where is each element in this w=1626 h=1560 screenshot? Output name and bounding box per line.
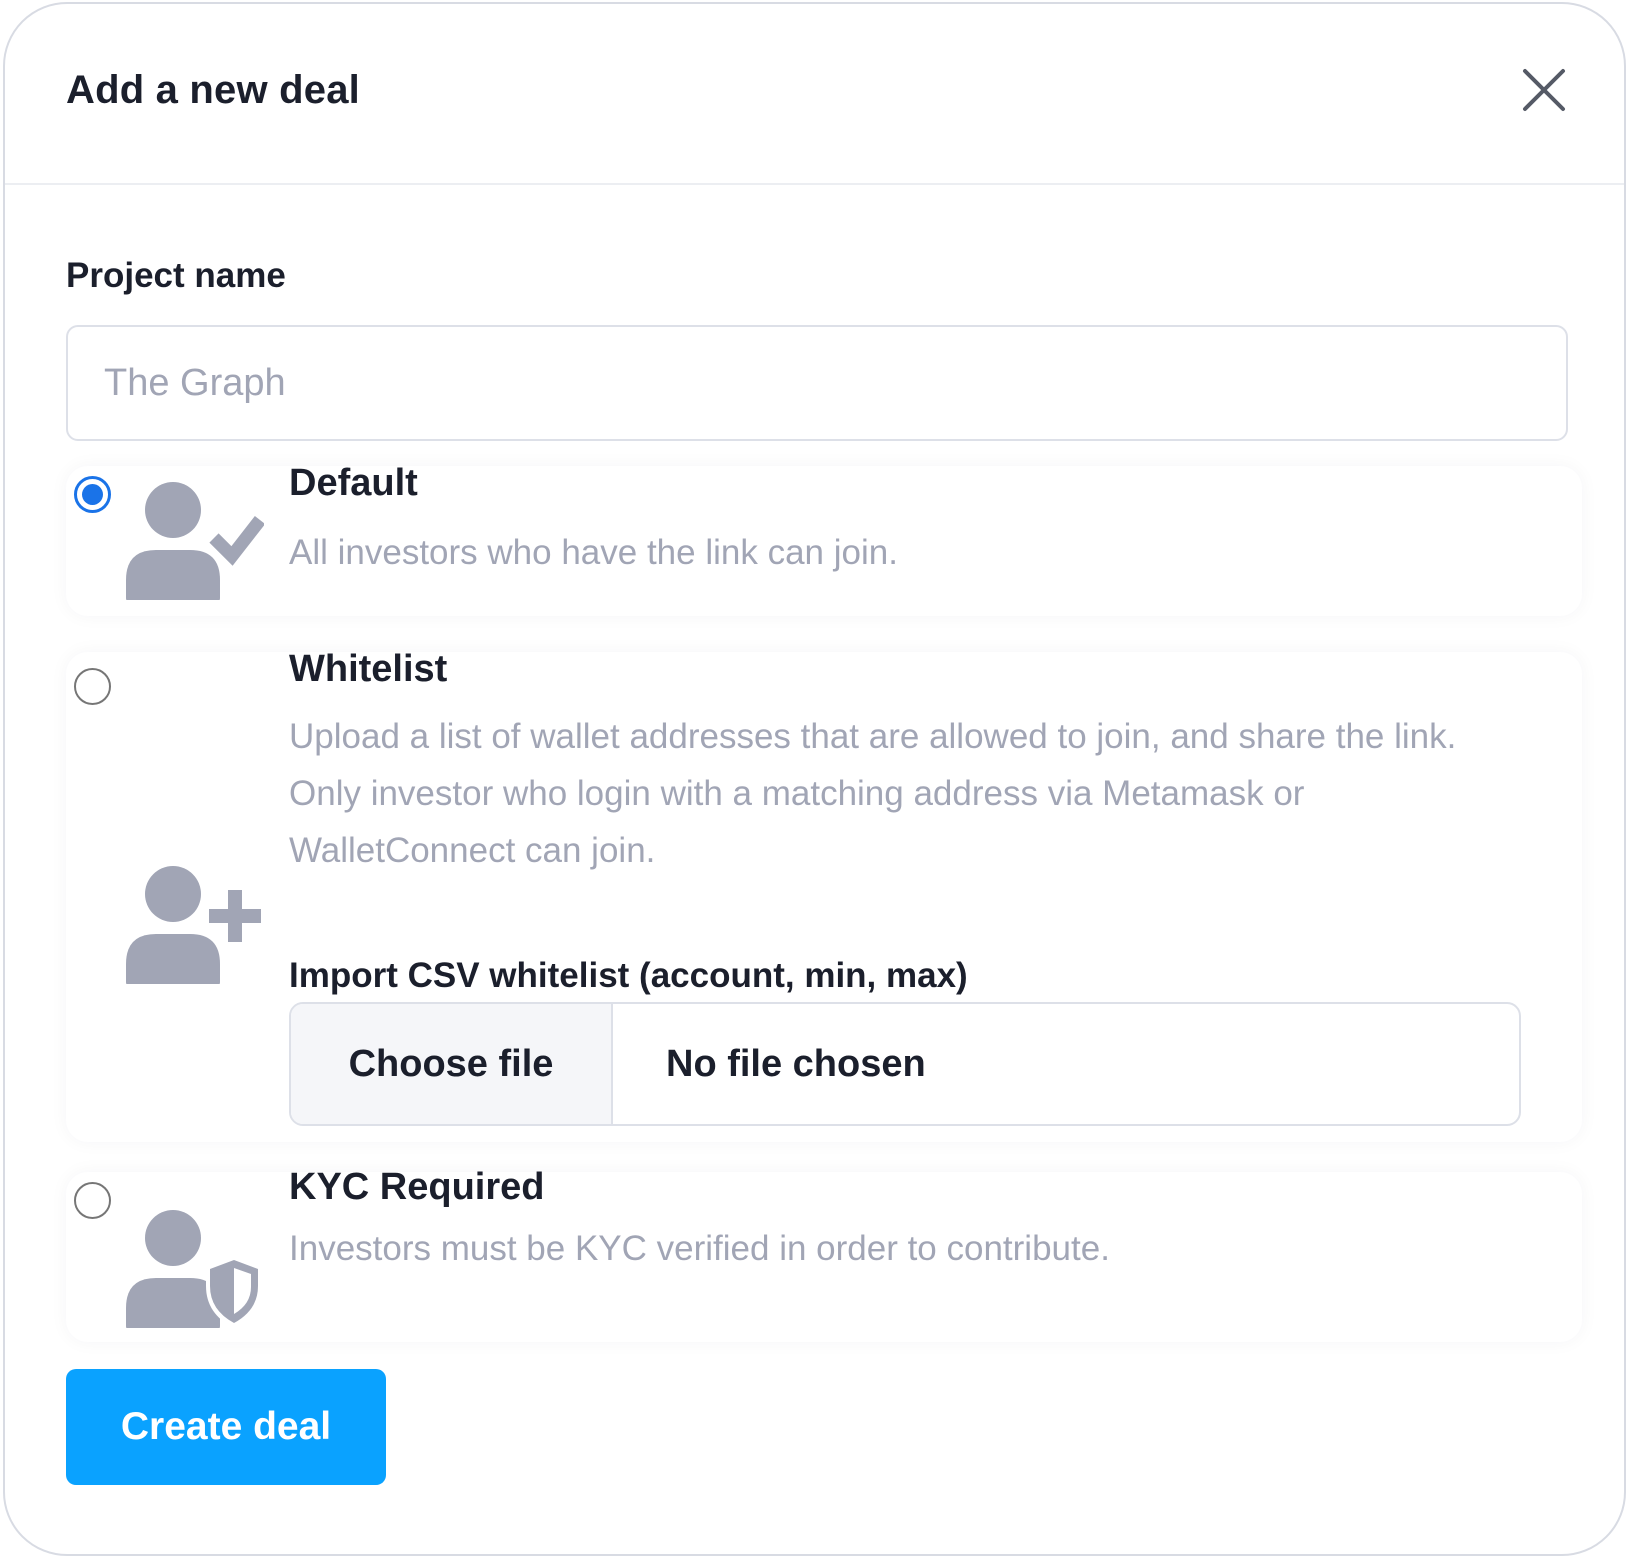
csv-import-label: Import CSV whitelist (account, min, max) (289, 956, 968, 995)
csv-file-input[interactable]: Choose file No file chosen (289, 1002, 1521, 1126)
option-description: Investors must be KYC verified in order … (289, 1229, 1110, 1268)
radio-whitelist[interactable] (74, 668, 111, 705)
option-default[interactable]: Default All investors who have the link … (66, 462, 1582, 616)
option-description: Upload a list of wallet addresses that a… (289, 717, 1457, 870)
close-button[interactable] (1520, 66, 1568, 114)
file-status: No file chosen (666, 1042, 926, 1085)
option-description: All investors who have the link can join… (289, 533, 898, 572)
project-name-label: Project name (66, 256, 286, 295)
modal-title: Add a new deal (66, 68, 360, 112)
modal-header: Add a new deal (5, 4, 1624, 185)
choose-file-button[interactable]: Choose file (291, 1004, 613, 1124)
option-title: Whitelist (289, 648, 448, 690)
create-deal-button[interactable]: Create deal (66, 1369, 386, 1485)
project-name-input[interactable] (66, 325, 1568, 441)
close-icon (1523, 69, 1565, 111)
option-whitelist[interactable]: Whitelist Upload a list of wallet addres… (66, 648, 1582, 1142)
option-title: Default (289, 462, 418, 504)
option-kyc-required[interactable]: KYC Required Investors must be KYC verif… (66, 1166, 1582, 1342)
radio-default[interactable] (74, 476, 111, 513)
user-check-icon (126, 482, 264, 600)
user-shield-icon (126, 1210, 262, 1328)
radio-kyc-required[interactable] (74, 1182, 111, 1219)
user-plus-icon (126, 866, 261, 984)
option-title: KYC Required (289, 1166, 545, 1208)
add-deal-modal: Add a new deal Project name Default All … (3, 2, 1626, 1556)
